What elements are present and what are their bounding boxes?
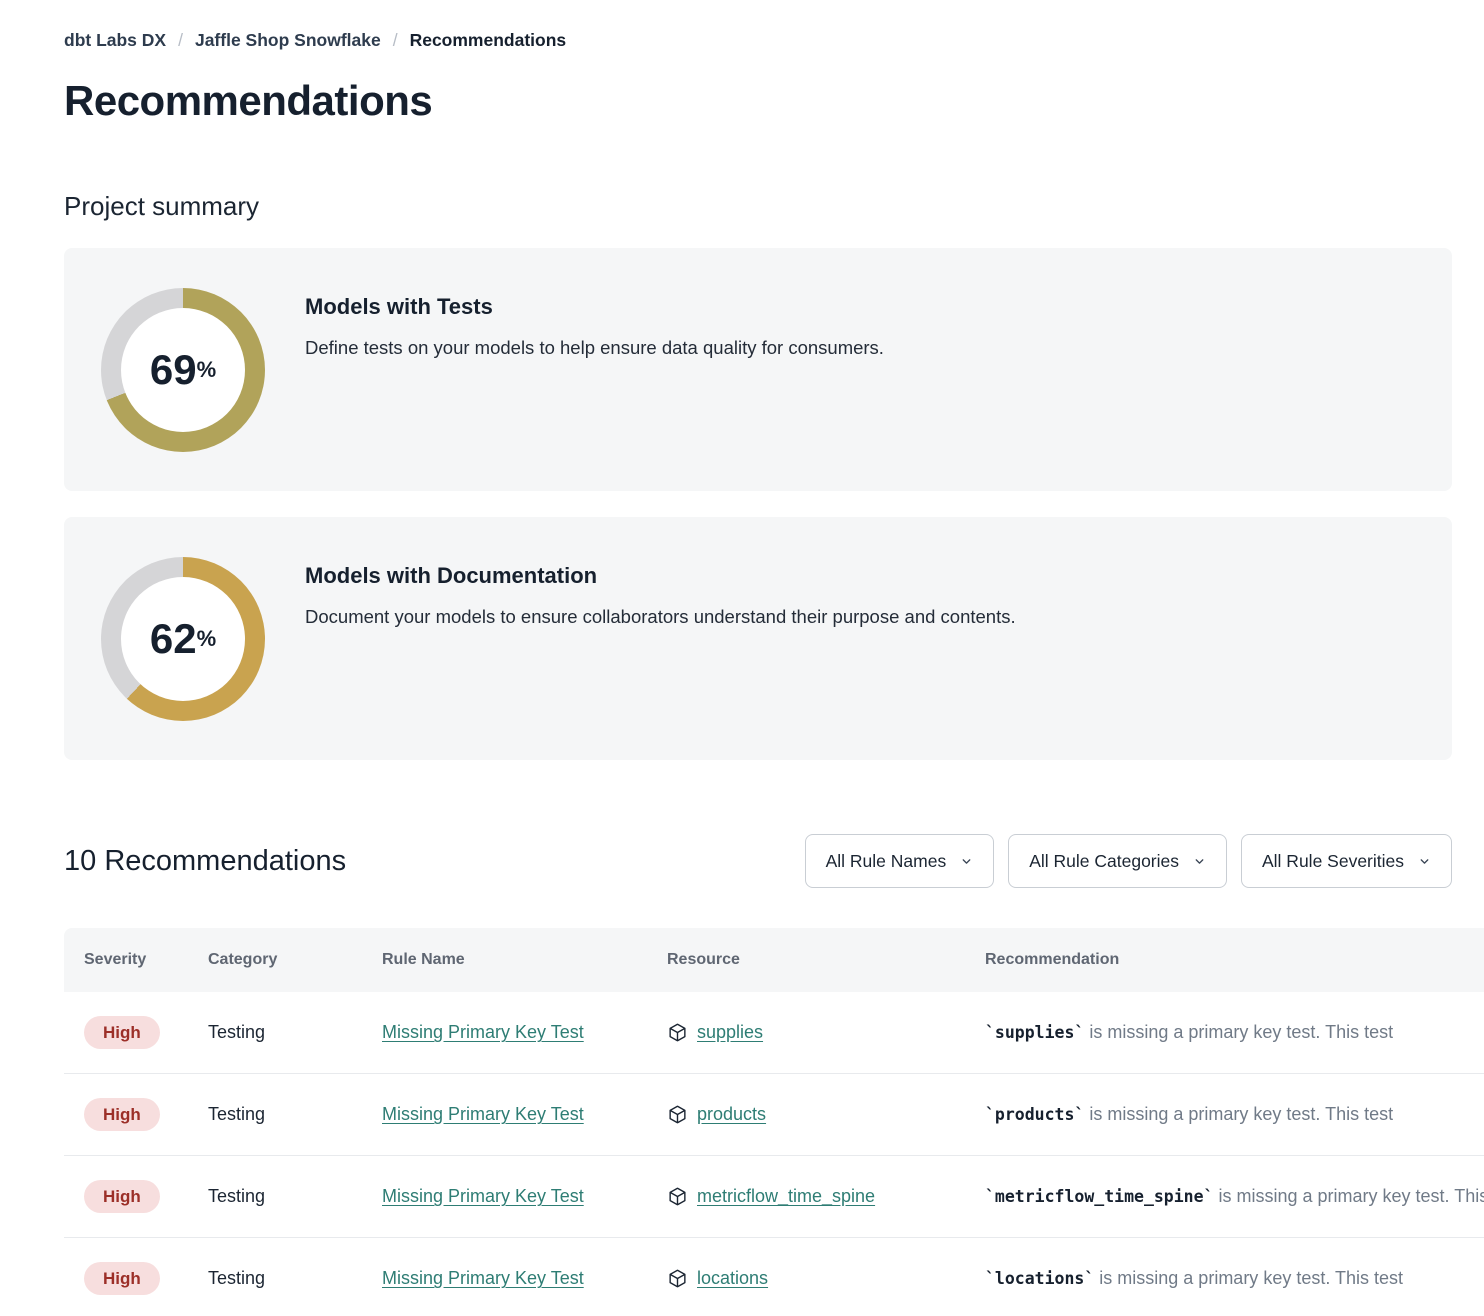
category-cell: Testing <box>208 1022 382 1043</box>
table-row: High Testing Missing Primary Key Test pr… <box>64 1074 1484 1156</box>
recommendations-table: Severity Category Rule Name Resource Rec… <box>64 928 1484 1316</box>
card-text: Models with Documentation Document your … <box>305 517 1016 628</box>
col-header-rule-name: Rule Name <box>382 951 667 969</box>
severity-badge: High <box>84 1262 160 1295</box>
recommendation-cell: `locations` is missing a primary key tes… <box>985 1268 1484 1289</box>
resource-link[interactable]: products <box>697 1104 766 1125</box>
breadcrumb-item-environment[interactable]: Jaffle Shop Snowflake <box>195 30 381 51</box>
model-cube-icon <box>667 1022 688 1043</box>
category-cell: Testing <box>208 1268 382 1289</box>
model-cube-icon <box>667 1186 688 1207</box>
recommendation-code: `metricflow_time_spine` <box>985 1187 1213 1206</box>
recommendation-text: is missing a primary key test. This test <box>1213 1186 1484 1206</box>
donut-hole: 62% <box>121 577 245 701</box>
category-cell: Testing <box>208 1186 382 1207</box>
severity-badge: High <box>84 1016 160 1049</box>
recommendation-cell: `metricflow_time_spine` is missing a pri… <box>985 1186 1484 1207</box>
filters: All Rule Names All Rule Categories All R… <box>805 834 1452 888</box>
docs-donut-chart: 62% <box>101 557 265 721</box>
tests-card-description: Define tests on your models to help ensu… <box>305 337 884 359</box>
docs-card-title: Models with Documentation <box>305 563 1016 589</box>
col-header-category: Category <box>208 951 382 969</box>
chevron-down-icon <box>960 855 973 868</box>
breadcrumb-separator: / <box>393 30 398 51</box>
chevron-down-icon <box>1418 855 1431 868</box>
table-row: High Testing Missing Primary Key Test su… <box>64 992 1484 1074</box>
resource-cell: supplies <box>667 1022 985 1043</box>
project-summary-heading: Project summary <box>64 191 1484 222</box>
filter-label: All Rule Names <box>826 851 947 872</box>
breadcrumb: dbt Labs DX / Jaffle Shop Snowflake / Re… <box>64 30 1484 51</box>
chevron-down-icon <box>1193 855 1206 868</box>
resource-link[interactable]: supplies <box>697 1022 763 1043</box>
filter-rule-names-dropdown[interactable]: All Rule Names <box>805 834 995 888</box>
summary-card-models-with-documentation: 62% Models with Documentation Document y… <box>64 517 1452 760</box>
breadcrumb-item-project[interactable]: dbt Labs DX <box>64 30 166 51</box>
severity-badge: High <box>84 1180 160 1213</box>
page-title: Recommendations <box>64 77 1484 125</box>
rule-name-link[interactable]: Missing Primary Key Test <box>382 1186 584 1206</box>
recommendations-header: 10 Recommendations All Rule Names All Ru… <box>64 834 1452 888</box>
table-header-row: Severity Category Rule Name Resource Rec… <box>64 928 1484 992</box>
filter-rule-severities-dropdown[interactable]: All Rule Severities <box>1241 834 1452 888</box>
resource-link[interactable]: locations <box>697 1268 768 1289</box>
col-header-resource: Resource <box>667 951 985 969</box>
model-cube-icon <box>667 1268 688 1289</box>
recommendation-text: is missing a primary key test. This test <box>1084 1022 1393 1042</box>
recommendation-cell: `supplies` is missing a primary key test… <box>985 1022 1484 1043</box>
recommendation-code: `supplies` <box>985 1023 1084 1042</box>
resource-cell: metricflow_time_spine <box>667 1186 985 1207</box>
rule-name-link[interactable]: Missing Primary Key Test <box>382 1268 584 1288</box>
breadcrumb-separator: / <box>178 30 183 51</box>
rule-name-link[interactable]: Missing Primary Key Test <box>382 1104 584 1124</box>
recommendation-code: `locations` <box>985 1269 1094 1288</box>
donut-hole: 69% <box>121 308 245 432</box>
recommendations-count-heading: 10 Recommendations <box>64 845 346 878</box>
filter-rule-categories-dropdown[interactable]: All Rule Categories <box>1008 834 1227 888</box>
category-cell: Testing <box>208 1104 382 1125</box>
col-header-severity: Severity <box>84 951 208 969</box>
recommendation-text: is missing a primary key test. This test <box>1094 1268 1403 1288</box>
resource-link[interactable]: metricflow_time_spine <box>697 1186 875 1207</box>
filter-label: All Rule Categories <box>1029 851 1179 872</box>
tests-card-title: Models with Tests <box>305 294 884 320</box>
recommendation-cell: `products` is missing a primary key test… <box>985 1104 1484 1125</box>
summary-card-models-with-tests: 69% Models with Tests Define tests on yo… <box>64 248 1452 491</box>
breadcrumb-item-current: Recommendations <box>410 30 567 51</box>
page: dbt Labs DX / Jaffle Shop Snowflake / Re… <box>0 0 1484 1316</box>
resource-cell: locations <box>667 1268 985 1289</box>
docs-percent-value: 62 <box>150 618 197 660</box>
resource-cell: products <box>667 1104 985 1125</box>
percent-sign: % <box>197 357 217 383</box>
table-row: High Testing Missing Primary Key Test me… <box>64 1156 1484 1238</box>
severity-badge: High <box>84 1098 160 1131</box>
rule-name-link[interactable]: Missing Primary Key Test <box>382 1022 584 1042</box>
filter-label: All Rule Severities <box>1262 851 1404 872</box>
model-cube-icon <box>667 1104 688 1125</box>
table-row: High Testing Missing Primary Key Test lo… <box>64 1238 1484 1316</box>
recommendation-text: is missing a primary key test. This test <box>1084 1104 1393 1124</box>
tests-donut-chart: 69% <box>101 288 265 452</box>
tests-percent-value: 69 <box>150 349 197 391</box>
card-text: Models with Tests Define tests on your m… <box>305 248 884 359</box>
col-header-recommendation: Recommendation <box>985 951 1484 969</box>
percent-sign: % <box>197 626 217 652</box>
docs-card-description: Document your models to ensure collabora… <box>305 606 1016 628</box>
recommendation-code: `products` <box>985 1105 1084 1124</box>
